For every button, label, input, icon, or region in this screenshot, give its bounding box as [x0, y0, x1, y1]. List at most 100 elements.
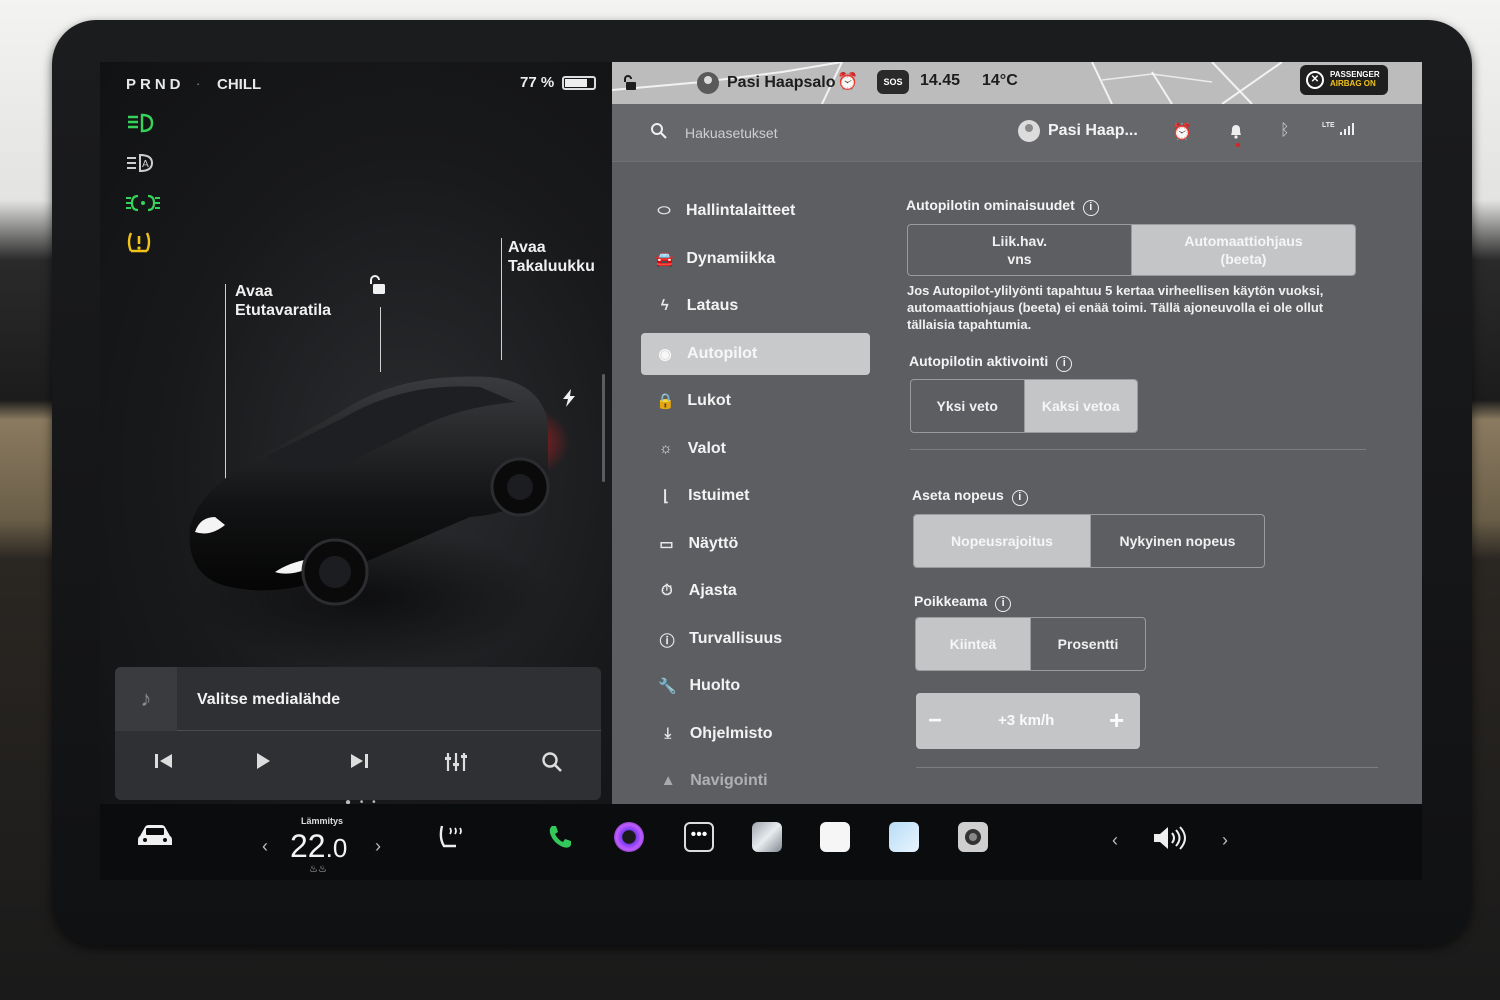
bottom-dock: ‹ Lämmitys 22.0 ♨♨ › ••• ‹ ›: [100, 804, 1422, 880]
unlock-icon[interactable]: [366, 274, 390, 303]
notification-bell-icon[interactable]: [1228, 122, 1244, 145]
profile-short-name: Pasi Haap...: [1048, 122, 1138, 140]
car-status-pane: PRND · CHILL 77 % A Avaa Etutavaratila A…: [100, 62, 612, 808]
trunk-pointer-line: [501, 238, 502, 360]
menu-item-ohjelmisto[interactable]: ⤓ Ohjelmisto: [644, 713, 870, 755]
sos-button[interactable]: SOS: [877, 70, 909, 94]
media-search-icon[interactable]: [541, 751, 563, 779]
menu-item-label: Ajasta: [688, 582, 737, 599]
offset-stepper: − +3 km/h +: [916, 693, 1140, 749]
alarm-clock-icon[interactable]: ⏰: [837, 72, 858, 92]
camera-app-icon[interactable]: [614, 822, 644, 852]
dashcam-app-icon[interactable]: [958, 822, 988, 852]
autopilot-activation-title-text: Autopilotin aktivointi: [909, 353, 1049, 369]
segment-option[interactable]: Liik.hav. vns: [908, 225, 1131, 275]
segment-option[interactable]: Nykyinen nopeus: [1090, 515, 1264, 567]
car-icon: 🚘: [655, 250, 674, 268]
separator-dot: ·: [196, 76, 201, 91]
alarm-icon[interactable]: ⏰: [1172, 122, 1192, 142]
volume-icon[interactable]: [1152, 824, 1188, 857]
set-speed-title-text: Aseta nopeus: [912, 487, 1004, 503]
segment-option[interactable]: Yksi veto: [911, 380, 1024, 432]
profile-button[interactable]: Pasi Haap...: [1018, 120, 1138, 142]
more-apps-icon[interactable]: •••: [684, 822, 714, 852]
profile-name: Pasi Haapsalo: [727, 74, 836, 92]
open-trunk-label[interactable]: Avaa Takaluukku: [508, 238, 595, 276]
autopilot-features-title-text: Autopilotin ominaisuudet: [906, 197, 1075, 213]
segment-option[interactable]: Prosentti: [1030, 618, 1145, 670]
steering-wheel-icon: ◉: [658, 345, 672, 363]
segment-option[interactable]: Kiinteä: [916, 618, 1030, 670]
trunk-label-line1: Avaa: [508, 239, 546, 256]
map-status-strip: Pasi Haapsalo ⏰ SOS 14.45 14°C ✕ PASSENG…: [612, 62, 1422, 104]
seat-icon: ⌊: [663, 488, 670, 505]
menu-item-ajasta[interactable]: ⏱ Ajasta: [643, 570, 870, 612]
volume-up-chevron[interactable]: ›: [1222, 830, 1228, 851]
frunk-label-line2: Etutavaratila: [235, 302, 332, 319]
seat-heater-icon[interactable]: [436, 822, 466, 857]
segment-option[interactable]: Nopeusrajoitus: [914, 515, 1090, 567]
offset-mode-selector: Kiinteä Prosentti: [915, 617, 1146, 671]
menu-item-näyttö[interactable]: ▭ Näyttö: [642, 523, 870, 565]
car-3d-model: [189, 376, 570, 667]
menu-item-label: Ohjelmisto: [689, 724, 773, 742]
info-icon[interactable]: i: [995, 596, 1012, 612]
play-icon[interactable]: [253, 751, 273, 777]
navigation-icon: ▲: [660, 772, 676, 789]
menu-item-label: Näyttö: [688, 534, 739, 552]
alarm-icon: ⏱: [660, 582, 673, 599]
open-frunk-label[interactable]: Avaa Etutavaratila: [235, 282, 331, 320]
phone-icon[interactable]: [545, 822, 575, 852]
menu-item-huolto[interactable]: 🔧 Huolto: [644, 665, 871, 707]
volume-down-chevron[interactable]: ‹: [1112, 830, 1118, 851]
seat-heater-icons: ♨♨: [309, 864, 327, 875]
climate-app-icon[interactable]: [889, 822, 919, 852]
search-icon[interactable]: [650, 122, 668, 145]
menu-item-hallintalaitteet[interactable]: ⬭ Hallintalaitteet: [640, 190, 870, 232]
menu-item-navigointi[interactable]: ▲ Navigointi: [644, 760, 870, 802]
info-icon[interactable]: i: [1056, 356, 1073, 372]
outside-temperature: 14°C: [982, 72, 1018, 89]
equalizer-icon[interactable]: [444, 751, 468, 779]
menu-item-autopilot[interactable]: ◉ Autopilot: [641, 332, 870, 375]
menu-item-lukot[interactable]: 🔒 Lukot: [641, 380, 870, 422]
segment-option[interactable]: Automaattiohjaus (beeta): [1131, 225, 1355, 275]
menu-item-label: Lukot: [687, 392, 731, 409]
info-icon[interactable]: i: [1011, 490, 1028, 506]
menu-item-dynamiikka[interactable]: 🚘 Dynamiikka: [640, 238, 870, 280]
car-icon[interactable]: [136, 822, 174, 855]
calendar-app-icon[interactable]: [820, 822, 850, 852]
settings-menu: ⬭ Hallintalaitteet 🚘 Dynamiikka ϟ Lataus ◉ Auto…: [640, 190, 870, 808]
profile-top[interactable]: Pasi Haapsalo: [697, 72, 836, 94]
media-source-row[interactable]: ♪ Valitse medialähde: [115, 667, 601, 731]
menu-item-istuimet[interactable]: ⌊ Istuimet: [642, 475, 870, 517]
display-icon: ▭: [659, 535, 674, 553]
segment-option[interactable]: Kaksi vetoa: [1023, 380, 1137, 432]
lte-signal-icon: LTE: [1322, 122, 1355, 141]
cabin-temperature[interactable]: 22.0: [290, 828, 347, 865]
menu-item-turvallisuus[interactable]: ⓘ Turvallisuus: [643, 618, 870, 660]
info-icon[interactable]: i: [1082, 200, 1099, 216]
navigation-app-icon[interactable]: [752, 822, 782, 852]
search-input[interactable]: Hakuasetukset: [685, 125, 778, 141]
auto-highbeam-icon: A: [126, 152, 156, 179]
autopilot-features-selector: Liik.hav. vns Automaattiohjaus (beeta): [907, 224, 1356, 276]
menu-item-lataus[interactable]: ϟ Lataus: [641, 285, 870, 327]
music-note-icon: ♪: [115, 667, 177, 731]
battery-icon: [562, 76, 596, 90]
previous-track-icon[interactable]: [153, 751, 175, 777]
temp-fraction: .0: [325, 833, 348, 863]
plus-button[interactable]: +: [1109, 705, 1124, 736]
menu-item-label: Hallintalaitteet: [686, 202, 796, 219]
menu-item-valot[interactable]: ☼ Valot: [642, 428, 870, 470]
touchscreen: PRND · CHILL 77 % A Avaa Etutavaratila A…: [100, 62, 1422, 880]
temp-up-chevron[interactable]: ›: [375, 836, 381, 857]
bluetooth-icon[interactable]: ᛒ: [1280, 122, 1290, 140]
avatar: [1018, 120, 1040, 142]
set-speed-title: Aseta nopeus i: [912, 487, 1028, 506]
photo-background: PRND · CHILL 77 % A Avaa Etutavaratila A…: [0, 0, 1500, 1000]
divider: [916, 767, 1378, 768]
minus-button[interactable]: −: [928, 707, 942, 735]
temp-down-chevron[interactable]: ‹: [262, 836, 268, 857]
next-track-icon[interactable]: [348, 751, 370, 777]
